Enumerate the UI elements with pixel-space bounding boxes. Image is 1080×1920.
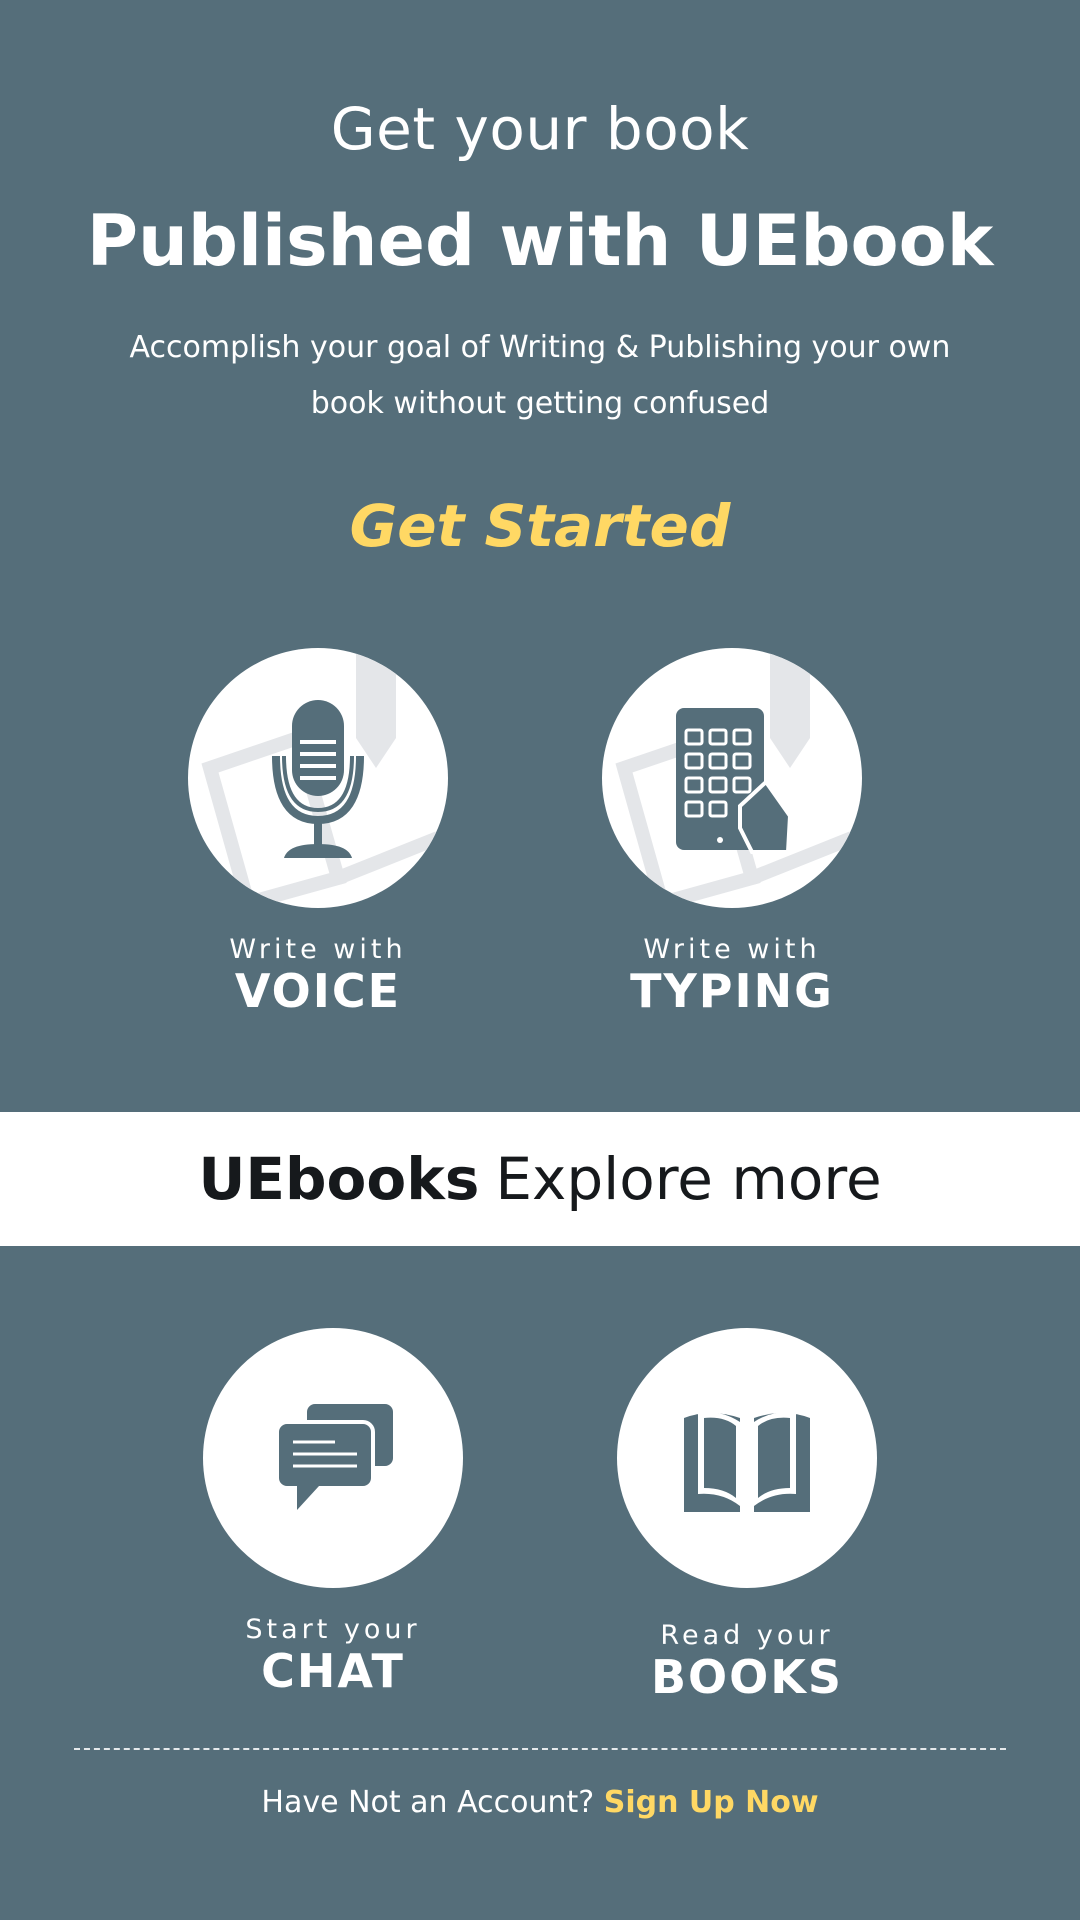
hero-subtitle: Accomplish your goal of Writing & Publis… <box>0 320 1080 432</box>
typing-option-title: TYPING <box>630 964 834 1018</box>
open-book-icon <box>684 1411 810 1512</box>
books-icon-circle <box>617 1328 877 1588</box>
chat-option-title: CHAT <box>261 1644 405 1698</box>
write-with-typing-option[interactable]: Write with TYPING <box>602 648 862 1017</box>
voice-icon-circle <box>188 648 448 908</box>
voice-option-caption: Write with <box>229 934 407 965</box>
start-chat-option[interactable]: Start your CHAT <box>203 1328 463 1697</box>
chat-option-caption: Start your <box>245 1614 421 1645</box>
tablet-icon <box>676 708 793 854</box>
typing-icon-circle <box>602 648 862 908</box>
hero-subtitle-line2: book without getting confused <box>310 386 770 421</box>
chat-icon-circle <box>203 1328 463 1588</box>
get-started-button[interactable]: Get Started <box>0 492 1080 560</box>
microphone-icon <box>272 700 364 858</box>
typing-option-caption: Write with <box>643 934 821 965</box>
footer-divider <box>74 1748 1006 1750</box>
footer-prompt-text: Have Not an Account? <box>261 1785 595 1820</box>
chat-bubbles-icon <box>275 1404 393 1510</box>
books-option-title: BOOKS <box>650 1650 844 1704</box>
voice-option-title: VOICE <box>234 964 402 1018</box>
read-books-option[interactable]: Read your BOOKS <box>617 1328 877 1703</box>
explore-more-banner[interactable]: UEbooks Explore more <box>0 1112 1080 1246</box>
hero-subtitle-line1: Accomplish your goal of Writing & Publis… <box>129 330 951 365</box>
hero-title-line1: Get your book <box>330 95 750 163</box>
hero-title-line2: Published with UEbook <box>86 200 994 282</box>
explore-brand: UEbooks <box>198 1145 480 1213</box>
books-option-caption: Read your <box>660 1620 834 1651</box>
footer-signup-prompt: Have Not an Account? Sign Up Now <box>0 1785 1080 1820</box>
write-with-voice-option[interactable]: Write with VOICE <box>188 648 448 1017</box>
sign-up-link[interactable]: Sign Up Now <box>604 1785 819 1820</box>
explore-label: Explore more <box>495 1145 882 1213</box>
